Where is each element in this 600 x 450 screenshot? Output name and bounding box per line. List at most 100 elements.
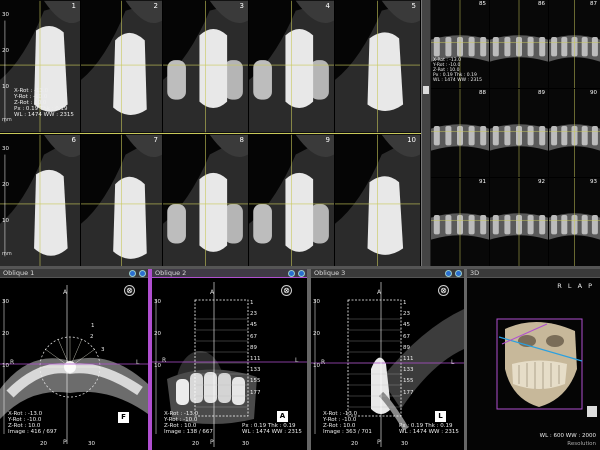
slice-image xyxy=(249,0,334,133)
panoramic-thumb-91[interactable]: 91 xyxy=(431,178,489,266)
thumb-number: 87 xyxy=(590,1,597,7)
vertical-splitter[interactable] xyxy=(421,0,431,268)
splitter-handle-icon[interactable] xyxy=(423,86,429,94)
unit-label: mm xyxy=(2,117,12,123)
panoramic-thumb-92[interactable]: 92 xyxy=(490,178,548,266)
slice-position-label[interactable]: 45 xyxy=(403,322,410,328)
left-label: L xyxy=(295,357,299,364)
arc-label: 1 xyxy=(91,323,95,329)
slice-position-label[interactable]: 155 xyxy=(250,378,261,384)
slice-number: 1 xyxy=(71,2,76,10)
slice-position-label[interactable]: 67 xyxy=(250,334,257,340)
panoramic-thumb-93[interactable]: 93 xyxy=(549,178,600,266)
slice-image xyxy=(81,134,162,267)
slice-position-label[interactable]: 1 xyxy=(403,300,407,306)
oblique-1-info: X-Rot : -13.0 Y-Rot : -10.0 Z-Rot : 10.0… xyxy=(8,411,57,435)
axial-slice-9[interactable]: 9 xyxy=(249,134,334,267)
slice-position-label[interactable]: 111 xyxy=(403,356,414,362)
tick-label: 20 xyxy=(351,441,358,447)
slice-position-label[interactable]: 133 xyxy=(403,367,414,373)
tick-label: 20 xyxy=(2,48,9,54)
slice-position-label[interactable]: 177 xyxy=(250,390,261,396)
slice-number: 6 xyxy=(71,136,76,144)
right-label: R xyxy=(162,357,167,364)
oblique-2-view[interactable]: Oblique 2 1 23 45 67 89 111 133 155 177 30 20 10… xyxy=(152,269,307,450)
axial-slice-3[interactable]: 3 xyxy=(163,0,248,133)
axial-slice-10[interactable]: 10 xyxy=(335,134,420,267)
slice-image xyxy=(81,0,162,133)
axial-slice-7[interactable]: 7 xyxy=(81,134,162,267)
panoramic-thumb-88[interactable]: 88 xyxy=(431,89,489,177)
axial-slice-6[interactable]: 6 30 20 10 mm xyxy=(0,134,80,267)
axial-slice-1[interactable]: 1 30 20 10 mm X-Rot : -13.0 Y-Rot : -10.0 Z-Rot… xyxy=(0,0,80,133)
slice-number: 3 xyxy=(239,2,244,10)
thumb-image xyxy=(490,178,548,266)
tick-label: 30 xyxy=(401,441,408,447)
thumb-number: 92 xyxy=(538,179,545,185)
tick-label: 20 xyxy=(40,441,47,447)
slice-position-label[interactable]: 155 xyxy=(403,378,414,384)
slice-position-label[interactable]: 23 xyxy=(403,311,410,317)
slice-position-label[interactable]: 89 xyxy=(403,345,410,351)
posterior-label: P xyxy=(377,439,381,446)
tick-label: 10 xyxy=(2,363,9,369)
slice-position-label[interactable]: 111 xyxy=(250,356,261,362)
slice-position-label[interactable]: 23 xyxy=(250,311,257,317)
axial-slice-4[interactable]: 4 xyxy=(249,0,334,133)
panoramic-thumb-89[interactable]: 89 xyxy=(490,89,548,177)
right-label: R xyxy=(10,359,15,366)
anterior-label: A xyxy=(210,289,215,296)
slice-number: 10 xyxy=(407,136,416,144)
thumb-image xyxy=(431,178,489,266)
oblique-1-view[interactable]: Oblique 1 30 20 10 A P R L 1 2 3 20 30 X… xyxy=(0,269,148,450)
left-label: L xyxy=(451,359,455,366)
slice-position-label[interactable]: 1 xyxy=(250,300,254,306)
navigation-icon[interactable]: ⊗ xyxy=(124,285,135,296)
slice-position-label[interactable]: 177 xyxy=(403,390,414,396)
anterior-label: A xyxy=(377,289,382,296)
oblique-3-view[interactable]: Oblique 3 1 23 45 67 89 111 133 155 177 30 20 10… xyxy=(311,269,464,450)
orientation-badge[interactable]: A xyxy=(277,411,288,422)
oblique-3-info: X-Rot : -13.0 Y-Rot : -10.0 Z-Rot : 10.0… xyxy=(323,411,372,435)
image-index-text: Image : 138 / 667 xyxy=(164,429,213,435)
panoramic-thumb-85[interactable]: 85 X-Rot : -13.0 Y-Rot : -10.0 Z-Rot : 10.0… xyxy=(431,0,489,88)
thumb-number: 90 xyxy=(590,90,597,96)
unit-label: mm xyxy=(2,251,12,257)
tick-label: 10 xyxy=(313,363,320,369)
slice-position-label[interactable]: 89 xyxy=(250,345,257,351)
slice-position-label[interactable]: 133 xyxy=(250,367,261,373)
3d-rotate-button[interactable] xyxy=(587,406,597,417)
tick-label: 30 xyxy=(242,441,249,447)
window-level-text: WL : 1474 WW : 2315 xyxy=(399,429,459,435)
3d-window-level: WL : 600 WW : 2000 xyxy=(539,433,596,439)
axial-slice-8[interactable]: 8 xyxy=(163,134,248,267)
slice-position-label[interactable]: 67 xyxy=(403,334,410,340)
thumb-number: 85 xyxy=(479,1,486,7)
panoramic-thumb-86[interactable]: 86 xyxy=(490,0,548,88)
panoramic-thumb-87[interactable]: 87 xyxy=(549,0,600,88)
navigation-icon[interactable]: ⊗ xyxy=(281,285,292,296)
tick-label: 30 xyxy=(154,299,161,305)
slice-number: 5 xyxy=(411,2,416,10)
slice-position-label[interactable]: 45 xyxy=(250,322,257,328)
slice-number: 9 xyxy=(325,136,330,144)
arc-label: 3 xyxy=(101,347,105,353)
left-label: L xyxy=(136,359,140,366)
thumb-number: 88 xyxy=(479,90,486,96)
orientation-badge[interactable]: F xyxy=(118,412,129,423)
axial-slice-2[interactable]: 2 xyxy=(81,0,162,133)
3d-resolution: Resolution xyxy=(567,441,596,447)
posterior-label: P xyxy=(63,439,67,446)
navigation-icon[interactable]: ⊗ xyxy=(438,285,449,296)
tick-label: 30 xyxy=(2,299,9,305)
thumb-image xyxy=(549,178,600,266)
orientation-badge[interactable]: L xyxy=(435,411,446,422)
thumb-image xyxy=(549,0,600,88)
panoramic-thumb-90[interactable]: 90 xyxy=(549,89,600,177)
skull-3d-render[interactable] xyxy=(467,269,600,450)
oblique-2-info: X-Rot : -13.0 Y-Rot : -10.0 Z-Rot : 10.0… xyxy=(164,411,213,435)
slice-image xyxy=(0,134,80,267)
volume-3d-view[interactable]: 3D R L A P WL : 600 WW : 2000 Resolution xyxy=(467,269,600,450)
axial-slice-5[interactable]: 5 xyxy=(335,0,420,133)
tick-label: 20 xyxy=(192,441,199,447)
